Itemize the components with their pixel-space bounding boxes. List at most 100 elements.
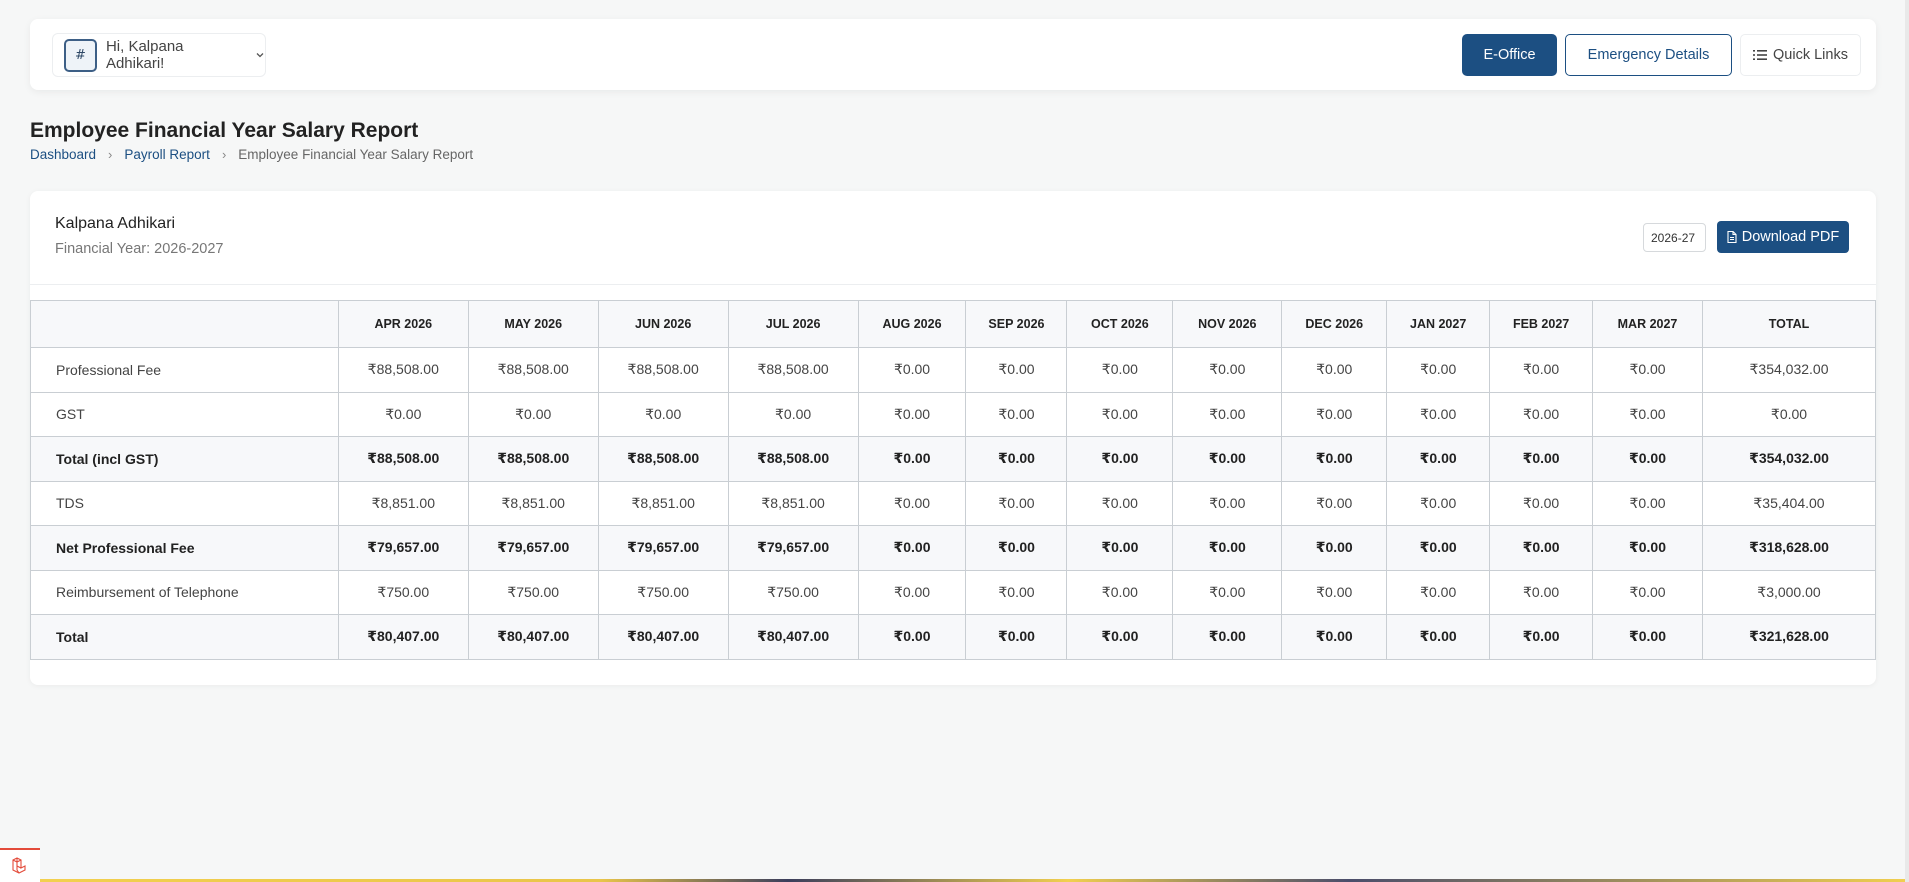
table-cell: ₹0.00 — [1489, 614, 1594, 660]
table-cell: ₹0.00 — [1386, 391, 1491, 437]
table-cell: ₹0.00 — [1592, 614, 1703, 660]
table-cell: ₹0.00 — [857, 391, 967, 437]
emergency-details-button[interactable]: Emergency Details — [1565, 34, 1732, 76]
table-cell: ₹0.00 — [965, 614, 1068, 660]
table-cell: ₹0.00 — [965, 480, 1068, 526]
table-cell: ₹80,407.00 — [597, 614, 729, 660]
table-cell: ₹0.00 — [1386, 569, 1491, 615]
column-header: APR 2026 — [337, 300, 469, 348]
chevron-down-icon — [256, 53, 264, 58]
table-cell: ₹79,657.00 — [467, 525, 599, 571]
table-cell: ₹88,508.00 — [597, 436, 729, 482]
table-cell: ₹0.00 — [1281, 391, 1388, 437]
salary-table: APR 2026 MAY 2026 JUN 2026 JUL 2026 AUG 2026… — [30, 300, 1877, 660]
table-cell: ₹88,508.00 — [727, 347, 859, 393]
table-cell: ₹0.00 — [1281, 480, 1388, 526]
table-cell: ₹80,407.00 — [727, 614, 859, 660]
breadcrumb-payroll-report[interactable]: Payroll Report — [124, 147, 210, 162]
row-label: Total (incl GST) — [30, 436, 339, 482]
user-greeting: Hi, Kalpana Adhikari! — [105, 38, 184, 72]
top-navbar: # Hi, Kalpana Adhikari! E-Office Emergen… — [30, 19, 1876, 90]
table-cell: ₹88,508.00 — [467, 347, 599, 393]
table-cell: ₹0.00 — [1066, 525, 1174, 571]
column-header: OCT 2026 — [1066, 300, 1174, 348]
download-pdf-button[interactable]: Download PDF — [1717, 221, 1849, 253]
employee-name: Kalpana Adhikari — [55, 215, 176, 232]
table-cell: ₹0.00 — [1172, 480, 1283, 526]
table-row: Professional Fee ₹88,508.00 ₹88,508.00 ₹88,… — [30, 347, 1877, 393]
table-cell: ₹0.00 — [1066, 436, 1174, 482]
column-header: JUN 2026 — [597, 300, 729, 348]
table-cell: ₹0.00 — [1281, 436, 1388, 482]
column-header: NOV 2026 — [1172, 300, 1283, 348]
scrollbar[interactable] — [1905, 0, 1909, 882]
table-row: GST ₹0.00 ₹0.00 ₹0.00 ₹0.00 ₹0.00 ₹0.00 ₹0.00 ₹0… — [30, 391, 1877, 437]
quick-links-button[interactable]: Quick Links — [1740, 34, 1861, 76]
table-cell: ₹0.00 — [1066, 614, 1174, 660]
table-cell: ₹0.00 — [857, 480, 967, 526]
table-cell: ₹321,628.00 — [1701, 614, 1877, 660]
file-icon — [1727, 231, 1737, 243]
table-cell: ₹0.00 — [1489, 480, 1594, 526]
salary-report-card: Kalpana Adhikari Financial Year: 2026-20… — [30, 191, 1877, 685]
table-cell: ₹0.00 — [1592, 569, 1703, 615]
table-cell: ₹0.00 — [337, 391, 469, 437]
table-cell: ₹0.00 — [1592, 391, 1703, 437]
breadcrumb: Dashboard › Payroll Report › Employee Fi… — [30, 147, 473, 162]
table-cell: ₹0.00 — [1066, 347, 1174, 393]
table-row: Reimbursement of Telephone ₹750.00 ₹750.00… — [30, 569, 1877, 615]
table-cell: ₹750.00 — [337, 569, 469, 615]
table-cell: ₹0.00 — [965, 436, 1068, 482]
page: # Hi, Kalpana Adhikari! E-Office Emergen… — [0, 0, 1909, 882]
financial-year-label: Financial Year: 2026-2027 — [55, 241, 224, 257]
table-cell: ₹318,628.00 — [1701, 525, 1877, 571]
table-cell: ₹0.00 — [467, 391, 599, 437]
table-cell: ₹8,851.00 — [467, 480, 599, 526]
laravel-logo-icon[interactable] — [0, 848, 40, 882]
year-select[interactable]: 2026-27 — [1643, 223, 1706, 252]
list-icon — [1753, 50, 1768, 60]
chevron-right-icon: › — [108, 147, 113, 162]
row-label: TDS — [30, 480, 339, 526]
table-cell: ₹0.00 — [1592, 525, 1703, 571]
e-office-button[interactable]: E-Office — [1462, 34, 1557, 76]
breadcrumb-dashboard[interactable]: Dashboard — [30, 147, 96, 162]
table-cell: ₹0.00 — [1172, 391, 1283, 437]
table-cell: ₹750.00 — [467, 569, 599, 615]
row-label: Professional Fee — [30, 347, 339, 393]
table-row: Total ₹80,407.00 ₹80,407.00 ₹80,407.00 ₹80,4… — [30, 614, 1877, 660]
table-cell: ₹88,508.00 — [337, 436, 469, 482]
column-header-label — [30, 300, 339, 348]
broken-image-icon: # — [75, 47, 86, 63]
table-cell: ₹0.00 — [1172, 569, 1283, 615]
table-cell: ₹8,851.00 — [727, 480, 859, 526]
table-cell: ₹0.00 — [1281, 569, 1388, 615]
table-cell: ₹0.00 — [1701, 391, 1877, 437]
row-label: Total — [30, 614, 339, 660]
table-cell: ₹0.00 — [1172, 525, 1283, 571]
table-cell: ₹88,508.00 — [597, 347, 729, 393]
column-header: DEC 2026 — [1281, 300, 1388, 348]
row-label: GST — [30, 391, 339, 437]
table-cell: ₹0.00 — [1386, 347, 1491, 393]
column-header: SEP 2026 — [965, 300, 1068, 348]
table-cell: ₹0.00 — [1489, 347, 1594, 393]
column-header: MAY 2026 — [467, 300, 599, 348]
table-cell: ₹0.00 — [1281, 525, 1388, 571]
table-cell: ₹0.00 — [727, 391, 859, 437]
table-cell: ₹354,032.00 — [1701, 436, 1877, 482]
table-cell: ₹3,000.00 — [1701, 569, 1877, 615]
table-cell: ₹0.00 — [857, 614, 967, 660]
table-cell: ₹79,657.00 — [597, 525, 729, 571]
table-cell: ₹0.00 — [857, 569, 967, 615]
column-header: JUL 2026 — [727, 300, 859, 348]
table-cell: ₹0.00 — [1489, 436, 1594, 482]
table-cell: ₹0.00 — [965, 391, 1068, 437]
table-cell: ₹0.00 — [1066, 569, 1174, 615]
user-menu[interactable]: # Hi, Kalpana Adhikari! — [52, 33, 266, 77]
table-cell: ₹0.00 — [1281, 347, 1388, 393]
table-cell: ₹0.00 — [857, 525, 967, 571]
table-cell: ₹0.00 — [1386, 614, 1491, 660]
table-header-row: APR 2026 MAY 2026 JUN 2026 JUL 2026 AUG 2026… — [30, 300, 1877, 348]
table-cell: ₹750.00 — [597, 569, 729, 615]
